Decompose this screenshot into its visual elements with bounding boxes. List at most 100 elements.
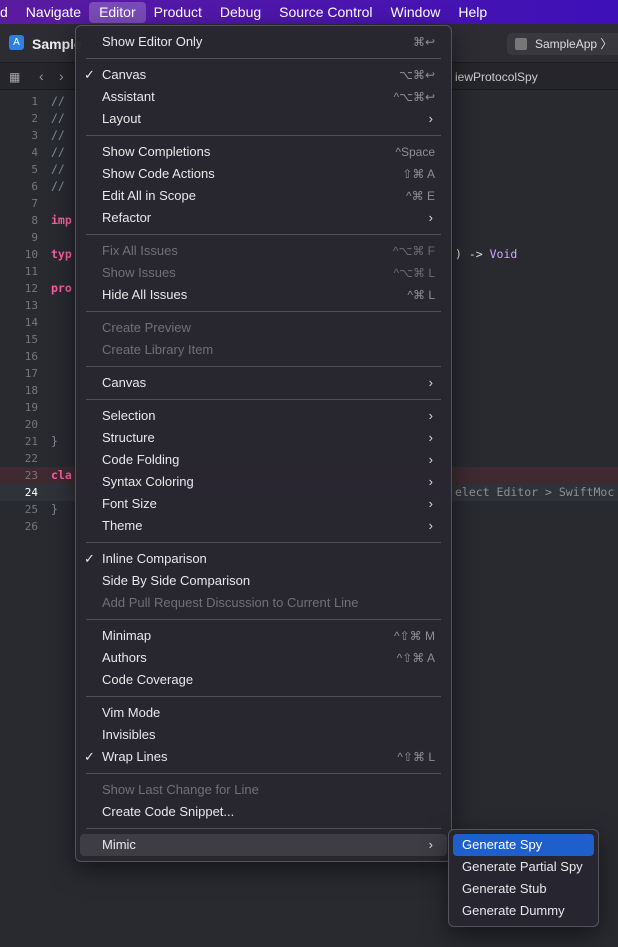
code-type: Void [489, 247, 518, 261]
code-text-right: elect Editor > SwiftMoc [455, 484, 614, 501]
menu-item-show-code-actions[interactable]: Show Code Actions ⇧⌘ A [80, 163, 447, 185]
line-number: 18 [24, 384, 38, 397]
jump-bar-label[interactable]: iewProtocolSpy [455, 70, 538, 84]
code-keyword: pro [51, 281, 72, 295]
menu-item-create-library-item: Create Library Item [80, 339, 447, 361]
menu-item-show-issues: Show Issues ^⌥⌘ L [80, 262, 447, 284]
menu-item-syntax-coloring[interactable]: Syntax Coloring › [80, 471, 447, 493]
menu-item-generate-dummy[interactable]: Generate Dummy [453, 900, 594, 922]
menu-item-shortcut: ^⇧⌘ A [396, 651, 435, 665]
related-items-icon[interactable]: ▦ [9, 70, 20, 84]
menu-separator [76, 361, 451, 372]
menu-editor[interactable]: Editor [89, 1, 146, 23]
menu-item-canvas[interactable]: Canvas › [80, 372, 447, 394]
menu-item-show-completions[interactable]: Show Completions ^Space [80, 141, 447, 163]
menu-source-control[interactable]: Source Control [269, 2, 382, 23]
scheme-selector[interactable]: SampleApp 〉 [507, 33, 618, 55]
chevron-right-icon: › [428, 452, 433, 467]
line-number: 14 [24, 316, 38, 329]
line-number: 3 [31, 129, 38, 142]
menu-item-generate-stub[interactable]: Generate Stub [453, 878, 594, 900]
menu-item-label: Vim Mode [102, 705, 161, 720]
menu-item-code-folding[interactable]: Code Folding › [80, 449, 447, 471]
code-fragment: elect Editor > SwiftMoc [455, 485, 615, 499]
scheme-label: SampleApp [535, 37, 598, 51]
menu-item-create-code-snippet[interactable]: Create Code Snippet... [80, 801, 447, 823]
menu-separator [76, 823, 451, 834]
menu-help[interactable]: Help [448, 2, 497, 23]
menu-item-fix-all-issues: Fix All Issues ^⌥⌘ F [80, 240, 447, 262]
menu-item-shortcut: ^⌥⌘↩ [393, 90, 435, 104]
code-text: // [51, 128, 65, 142]
menu-item-label: Invisibles [102, 727, 156, 742]
menu-item-authors[interactable]: Authors ^⇧⌘ A [80, 647, 447, 669]
line-number: 17 [24, 367, 38, 380]
menu-separator [76, 691, 451, 702]
menu-item-shortcut: ^⇧⌘ M [393, 629, 435, 643]
menu-item-label: Inline Comparison [102, 551, 207, 566]
code-text: // [51, 94, 65, 108]
line-number: 19 [24, 401, 38, 414]
menu-item-assistant[interactable]: Assistant ^⌥⌘↩ [80, 86, 447, 108]
menu-item-invisibles[interactable]: Invisibles [80, 724, 447, 746]
code-text: } [51, 434, 58, 448]
line-number: 24 [24, 486, 38, 499]
menu-item-label: Assistant [102, 89, 155, 104]
menu-item-refactor[interactable]: Refactor › [80, 207, 447, 229]
menu-separator [76, 306, 451, 317]
menu-item-side-by-side-comparison[interactable]: Side By Side Comparison [80, 570, 447, 592]
line-number: 7 [31, 197, 38, 210]
menu-product[interactable]: Product [144, 2, 212, 23]
menu-window[interactable]: Window [381, 2, 451, 23]
menu-item-wrap-lines[interactable]: ✓ Wrap Lines ^⇧⌘ L [80, 746, 447, 768]
menu-separator [76, 768, 451, 779]
menu-item-vim-mode[interactable]: Vim Mode [80, 702, 447, 724]
forward-icon[interactable]: › [59, 68, 64, 84]
menu-item-minimap[interactable]: Minimap ^⇧⌘ M [80, 625, 447, 647]
chevron-right-icon: › [428, 496, 433, 511]
code-text: // [51, 145, 65, 159]
menu-item-label: Code Coverage [102, 672, 194, 687]
code-keyword: cla [51, 468, 72, 482]
menu-item-mimic[interactable]: Mimic › [80, 834, 447, 856]
menu-item-show-editor-only[interactable]: Show Editor Only ⌘↩ [80, 31, 447, 53]
menu-item-font-size[interactable]: Font Size › [80, 493, 447, 515]
menu-item-theme[interactable]: Theme › [80, 515, 447, 537]
menu-item-canvas[interactable]: ✓ Canvas ⌥⌘↩ [80, 64, 447, 86]
code-text: // [51, 111, 65, 125]
menu-navigate[interactable]: Navigate [16, 2, 91, 23]
app-target-icon [515, 38, 527, 50]
menu-item-label: Fix All Issues [102, 243, 178, 258]
code-text: // [51, 162, 65, 176]
menu-item-label: Font Size [102, 496, 157, 511]
menu-item-code-coverage[interactable]: Code Coverage [80, 669, 447, 691]
menu-item-add-pull-request-discussion-to-current-line: Add Pull Request Discussion to Current L… [80, 592, 447, 614]
menu-item-edit-all-in-scope[interactable]: Edit All in Scope ^⌘ E [80, 185, 447, 207]
menu-debug[interactable]: Debug [210, 2, 271, 23]
menu-item-structure[interactable]: Structure › [80, 427, 447, 449]
menu-item-hide-all-issues[interactable]: Hide All Issues ^⌘ L [80, 284, 447, 306]
menu-item-label: Syntax Coloring [102, 474, 194, 489]
line-number: 22 [24, 452, 38, 465]
menu-item-label: Selection [102, 408, 156, 423]
menu-item-label: Create Code Snippet... [102, 804, 235, 819]
app-icon: A [9, 35, 24, 50]
menu-item-shortcut: ^⌘ E [406, 189, 435, 203]
menu-item-generate-partial-spy[interactable]: Generate Partial Spy [453, 856, 594, 878]
chevron-right-icon: › [428, 210, 433, 225]
checkmark-icon: ✓ [84, 749, 95, 764]
menu-item-create-preview: Create Preview [80, 317, 447, 339]
menu-item-inline-comparison[interactable]: ✓ Inline Comparison [80, 548, 447, 570]
back-icon[interactable]: ‹ [39, 68, 44, 84]
line-number: 23 [24, 469, 38, 482]
menu-item-selection[interactable]: Selection › [80, 405, 447, 427]
chevron-right-icon: › [428, 375, 433, 390]
menu-item-label: Show Last Change for Line [102, 782, 259, 797]
menu-item-label: Canvas [102, 375, 147, 390]
menu-item-layout[interactable]: Layout › [80, 108, 447, 130]
line-number: 20 [24, 418, 38, 431]
menu-item-generate-spy[interactable]: Generate Spy [453, 834, 594, 856]
menu-item-shortcut: ⇧⌘ A [402, 167, 435, 181]
menu-item-label: Show Code Actions [102, 166, 215, 181]
mimic-submenu: Generate Spy Generate Partial Spy Generate… [448, 829, 599, 927]
